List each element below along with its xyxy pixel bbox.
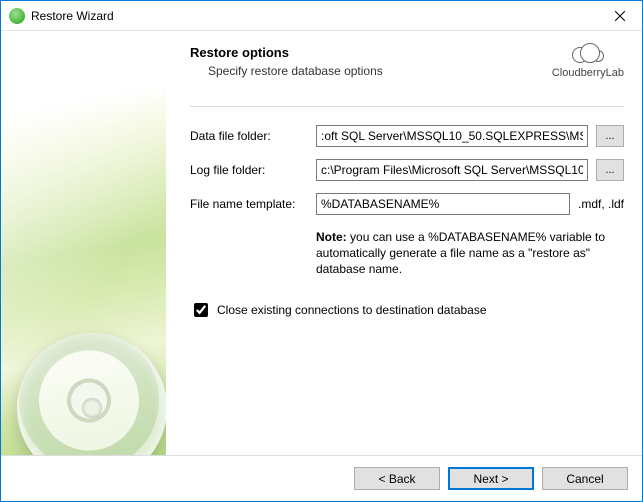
browse-log-folder-button[interactable]: ... (596, 159, 624, 181)
disc-icon (17, 333, 166, 455)
app-icon (9, 8, 25, 24)
wizard-sidebar (1, 31, 166, 455)
close-connections-row[interactable]: Close existing connections to destinatio… (190, 300, 624, 320)
window-title: Restore Wizard (31, 9, 597, 23)
input-file-template[interactable] (316, 193, 570, 215)
template-note: Note: you can use a %DATABASENAME% varia… (316, 229, 624, 278)
label-log-folder: Log file folder: (190, 163, 308, 177)
row-file-template: File name template: .mdf, .ldf (190, 193, 624, 215)
titlebar: Restore Wizard (1, 1, 642, 31)
back-button[interactable]: < Back (354, 467, 440, 490)
wizard-footer: < Back Next > Cancel (1, 455, 642, 501)
main-panel: CloudberryLab Restore options Specify re… (166, 31, 642, 455)
input-data-folder[interactable] (316, 125, 588, 147)
label-data-folder: Data file folder: (190, 129, 308, 143)
divider (190, 106, 624, 107)
cloud-icon (570, 41, 606, 65)
close-button[interactable] (597, 1, 642, 30)
note-label: Note: (316, 230, 347, 244)
cancel-button[interactable]: Cancel (542, 467, 628, 490)
row-log-folder: Log file folder: ... (190, 159, 624, 181)
brand-logo: CloudberryLab (552, 41, 624, 79)
browse-data-folder-button[interactable]: ... (596, 125, 624, 147)
template-suffix: .mdf, .ldf (578, 197, 624, 211)
next-button[interactable]: Next > (448, 467, 534, 490)
row-data-folder: Data file folder: ... (190, 125, 624, 147)
input-log-folder[interactable] (316, 159, 588, 181)
close-icon (615, 11, 625, 21)
close-connections-label: Close existing connections to destinatio… (217, 303, 487, 317)
close-connections-checkbox[interactable] (194, 303, 208, 317)
label-file-template: File name template: (190, 197, 308, 211)
note-text: you can use a %DATABASENAME% variable to… (316, 230, 605, 276)
brand-name: CloudberryLab (552, 67, 624, 79)
restore-wizard-window: Restore Wizard CloudberryLab Restore opt… (0, 0, 643, 502)
body: CloudberryLab Restore options Specify re… (1, 31, 642, 455)
